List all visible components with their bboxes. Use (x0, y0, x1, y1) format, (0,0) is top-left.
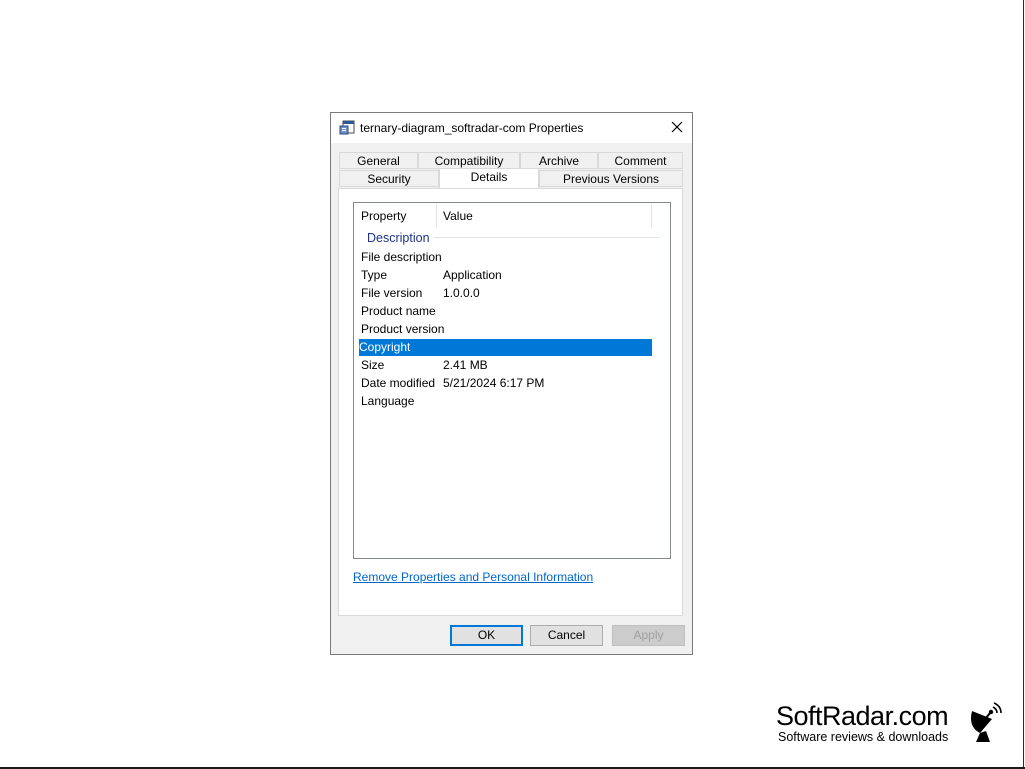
column-divider[interactable] (651, 203, 652, 228)
property-name: Language (361, 394, 415, 408)
property-name: Type (361, 268, 388, 282)
screen-edge-right (1023, 0, 1024, 767)
tab-comment[interactable]: Comment (598, 152, 683, 169)
brand-tagline: Software reviews & downloads (778, 730, 949, 744)
property-row[interactable]: Type Application (359, 267, 652, 284)
property-row[interactable]: Date modified 5/21/2024 6:17 PM (359, 375, 652, 392)
tab-compatibility[interactable]: Compatibility (418, 152, 520, 169)
remove-properties-link[interactable]: Remove Properties and Personal Informati… (353, 570, 593, 584)
executable-file-icon (339, 120, 355, 135)
tab-previous-versions[interactable]: Previous Versions (539, 170, 683, 187)
column-divider[interactable] (436, 203, 437, 228)
property-name: Product name (361, 304, 436, 318)
property-value: 1.0.0.0 (443, 286, 480, 300)
property-value: 5/21/2024 6:17 PM (443, 376, 545, 390)
group-divider (434, 237, 660, 238)
details-panel: Property Value Description File descript… (338, 188, 683, 616)
property-row-selected[interactable]: Copyright (359, 339, 652, 356)
tab-security[interactable]: Security (339, 170, 439, 187)
property-row[interactable]: Size 2.41 MB (359, 357, 652, 374)
dialog-title: ternary-diagram_softradar-com Properties (360, 121, 584, 135)
column-header-property[interactable]: Property (361, 209, 406, 223)
cancel-button[interactable]: Cancel (530, 625, 603, 646)
apply-button[interactable]: Apply (612, 625, 685, 646)
radar-dish-icon (971, 702, 1002, 742)
properties-dialog: ternary-diagram_softradar-com Properties… (330, 112, 693, 655)
tab-archive[interactable]: Archive (520, 152, 598, 169)
property-row[interactable]: File description (359, 249, 652, 266)
property-name: Product version (361, 322, 445, 336)
property-row[interactable]: Language (359, 393, 652, 410)
property-name: Copyright (359, 340, 411, 354)
details-listview[interactable]: Property Value Description File descript… (353, 202, 671, 559)
tab-general[interactable]: General (339, 152, 418, 169)
property-name: Date modified (361, 376, 436, 390)
brand-name: SoftRadar.com (776, 701, 949, 731)
close-icon[interactable] (665, 117, 689, 139)
title-bar[interactable]: ternary-diagram_softradar-com Properties (331, 113, 692, 143)
property-name: File version (361, 286, 423, 300)
tab-details[interactable]: Details (439, 168, 539, 188)
property-row[interactable]: Product name (359, 303, 652, 320)
property-value: 2.41 MB (443, 358, 488, 372)
softradar-watermark: SoftRadar.com Software reviews & downloa… (776, 701, 1006, 751)
column-header-value[interactable]: Value (443, 209, 473, 223)
property-row[interactable]: File version 1.0.0.0 (359, 285, 652, 302)
property-row[interactable]: Product version (359, 321, 652, 338)
property-value: Application (443, 268, 502, 282)
property-name: File description (361, 250, 442, 264)
group-header-description[interactable]: Description (367, 231, 430, 245)
ok-button[interactable]: OK (450, 625, 523, 646)
property-name: Size (361, 358, 385, 372)
